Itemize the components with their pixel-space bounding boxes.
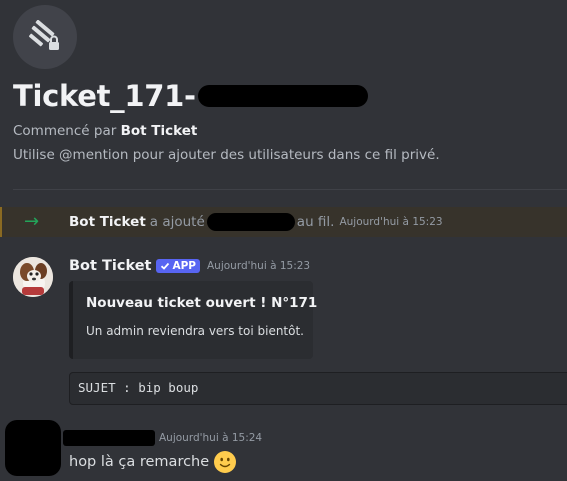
code-block: SUJET : bip boup	[69, 372, 567, 405]
app-badge-label: APP	[172, 260, 196, 272]
thread-started-by: Commencé par Bot Ticket	[13, 123, 197, 139]
bot-message-header: Bot Ticket APP Aujourd'hui à 15:23	[69, 258, 310, 274]
user-message-timestamp[interactable]: Aujourd'hui à 15:24	[159, 432, 262, 444]
system-message-text: Bot Ticket a ajouté au fil. Aujourd'hui …	[69, 213, 443, 231]
bot-avatar[interactable]	[13, 257, 53, 297]
verified-check-icon	[161, 262, 170, 270]
system-message-author[interactable]: Bot Ticket	[69, 214, 146, 230]
system-message-row: → Bot Ticket a ajouté au fil. Aujourd'hu…	[0, 207, 567, 237]
user-message-header: Aujourd'hui à 15:24	[63, 430, 262, 446]
bot-message-timestamp[interactable]: Aujourd'hui à 15:23	[207, 260, 310, 272]
user-message: hop là ça remarche	[69, 451, 237, 473]
slightly-smiling-face-icon[interactable]	[214, 451, 237, 473]
system-message-suffix: au fil.	[296, 214, 335, 230]
redacted-username	[206, 213, 295, 231]
bot-username[interactable]: Bot Ticket	[69, 258, 151, 274]
embed-description: Un admin reviendra vers toi bientôt.	[86, 324, 304, 338]
app-badge: APP	[156, 259, 200, 273]
thread-title-text: Ticket_171-	[13, 79, 196, 113]
ticket-embed: Nouveau ticket ouvert ! N°171 Un admin r…	[69, 281, 318, 359]
started-by-label: Commencé par	[13, 123, 117, 139]
system-message-action: a ajouté	[149, 214, 205, 230]
thread-title: Ticket_171-	[13, 74, 368, 118]
thread-lock-icon	[13, 5, 77, 69]
arrow-right-icon: →	[24, 211, 40, 232]
system-message-timestamp[interactable]: Aujourd'hui à 15:23	[339, 216, 442, 228]
redacted-username[interactable]	[63, 430, 155, 446]
divider	[13, 189, 567, 190]
redacted-title-suffix	[197, 85, 368, 107]
embed-title: Nouveau ticket ouvert ! N°171	[86, 295, 318, 311]
started-by-name[interactable]: Bot Ticket	[121, 123, 198, 139]
user-avatar-redacted[interactable]	[5, 420, 61, 476]
discord-thread-view: Ticket_171- Commencé par Bot Ticket Util…	[0, 0, 567, 481]
thread-hint: Utilise @mention pour ajouter des utilis…	[13, 147, 440, 163]
user-message-text: hop là ça remarche	[69, 454, 210, 470]
